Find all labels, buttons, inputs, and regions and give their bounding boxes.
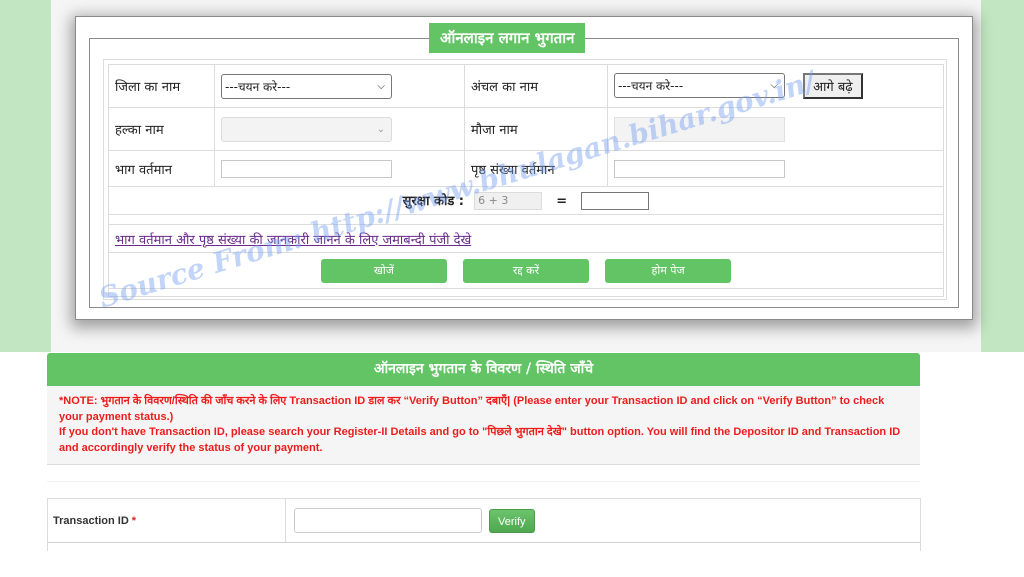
halka-select[interactable]: ⌄	[221, 116, 392, 142]
payment-status-header: ऑनलाइन भुगतान के विवरण / स्थिति जाँचे	[47, 353, 920, 386]
page-number-input[interactable]	[614, 159, 785, 178]
chevron-down-icon: ⌵	[770, 79, 778, 91]
transaction-id-label: Transaction ID *	[48, 499, 286, 542]
bhag-input[interactable]	[221, 159, 392, 178]
transaction-field-cell: Verify	[286, 499, 535, 542]
circle-label: अंचल का नाम	[464, 64, 608, 108]
form-legend: ऑनलाइन लगान भुगतान	[429, 23, 586, 53]
captcha-label: सुरक्षा कोड :	[402, 193, 465, 209]
divider	[47, 481, 920, 482]
online-rent-payment-panel: ऑनलाइन लगान भुगतान जिला का नाम ---चयन कर…	[75, 16, 973, 320]
captcha-question: 6 + 3	[474, 192, 543, 211]
cancel-button[interactable]: रद्द करें	[463, 258, 589, 283]
circle-select[interactable]: ---चयन करे--- ⌵	[614, 72, 785, 98]
transaction-id-input[interactable]	[294, 508, 482, 533]
mauja-field[interactable]	[614, 116, 785, 142]
note-line-1: *NOTE: भुगतान के विवरण/स्थिति की जाँच कर…	[59, 395, 885, 423]
form-inner: जिला का नाम ---चयन करे--- ⌵ अंचल का नाम …	[103, 59, 947, 300]
chevron-down-icon: ⌵	[377, 80, 385, 92]
captcha-answer-input[interactable]	[581, 192, 650, 211]
mauja-label: मौजा नाम	[464, 107, 608, 151]
jamabandi-register-link[interactable]: भाग वर्तमान और पृष्ठ संख्या की जानकारी ज…	[115, 233, 471, 248]
search-button[interactable]: खोजें	[320, 258, 447, 283]
payment-status-note: *NOTE: भुगतान के विवरण/स्थिति की जाँच कर…	[47, 386, 920, 465]
bhag-label: भाग वर्तमान	[108, 150, 215, 187]
next-button[interactable]: आगे बढ़े	[803, 73, 863, 100]
district-select-value: ---चयन करे---	[225, 79, 291, 94]
district-select[interactable]: ---चयन करे--- ⌵	[221, 73, 392, 99]
verify-button[interactable]: Verify	[489, 508, 535, 533]
page-number-label: पृष्ठ संख्या वर्तमान	[464, 150, 608, 187]
circle-select-value: ---चयन करे---	[618, 78, 684, 93]
note-line-2: If you don't have Transaction ID, please…	[59, 426, 901, 454]
transaction-table-continuation	[47, 543, 921, 551]
home-page-button[interactable]: होम पेज	[605, 258, 732, 283]
transaction-form: Transaction ID * Verify	[47, 498, 921, 543]
form-fieldset: ऑनलाइन लगान भुगतान जिला का नाम ---चयन कर…	[89, 23, 959, 308]
district-label: जिला का नाम	[108, 64, 215, 108]
search-form-table: जिला का नाम ---चयन करे--- ⌵ अंचल का नाम …	[108, 64, 944, 297]
chevron-down-icon: ⌄	[376, 123, 385, 135]
captcha-equals: =	[556, 193, 568, 209]
required-mark: *	[131, 514, 137, 527]
halka-label: हल्का नाम	[108, 107, 215, 151]
